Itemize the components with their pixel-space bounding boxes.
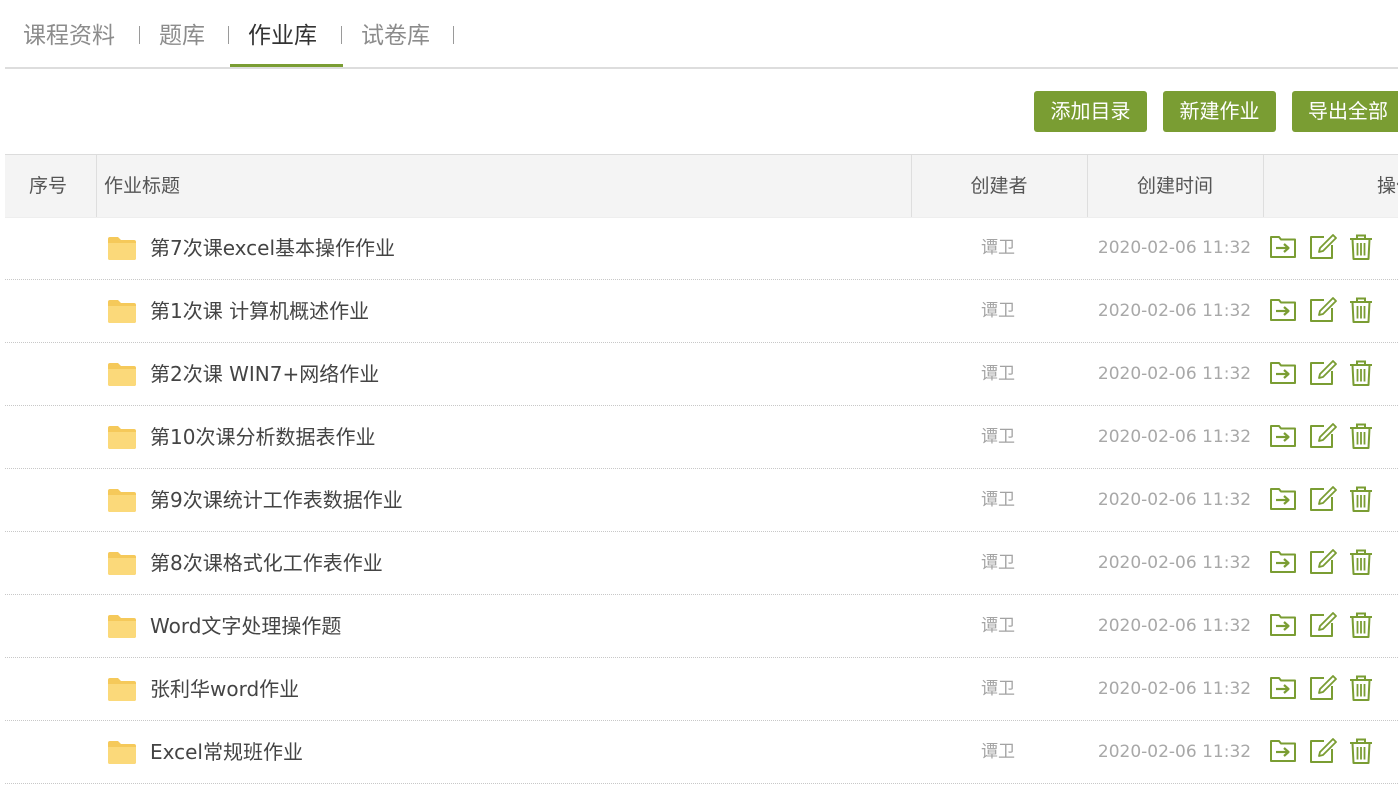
edit-icon[interactable] [1307, 358, 1337, 388]
edit-icon[interactable] [1307, 295, 1337, 325]
edit-icon[interactable] [1307, 232, 1337, 262]
creator-name: 谭卫 [981, 616, 1015, 636]
edit-icon[interactable] [1307, 421, 1337, 451]
add-directory-button[interactable]: 添加目录 [1034, 91, 1147, 132]
delete-trash-icon[interactable] [1346, 736, 1376, 766]
header-created-time: 创建时间 [1136, 175, 1213, 197]
move-to-folder-icon[interactable] [1268, 547, 1298, 577]
created-time: 2020-02-06 11:32 [1097, 364, 1252, 384]
folder-icon [107, 739, 137, 765]
creator-name: 谭卫 [981, 679, 1015, 699]
created-time: 2020-02-06 11:32 [1097, 616, 1252, 636]
table-row: 第10次课分析数据表作业 谭卫 2020-02-06 11:32 [5, 406, 1398, 469]
move-to-folder-icon[interactable] [1268, 421, 1298, 451]
created-time: 2020-02-06 11:32 [1097, 553, 1252, 573]
delete-trash-icon[interactable] [1346, 358, 1376, 388]
created-time: 2020-02-06 11:32 [1097, 742, 1252, 762]
tab-question-bank[interactable]: 题库 [159, 18, 205, 54]
assignment-title-link[interactable]: 第9次课统计工作表数据作业 [150, 469, 403, 531]
folder-icon [107, 361, 137, 387]
creator-name: 谭卫 [981, 490, 1015, 510]
table-row: 第8次课格式化工作表作业 谭卫 2020-02-06 11:32 [5, 532, 1398, 595]
creator-name: 谭卫 [981, 553, 1015, 573]
tab-separator [228, 26, 229, 44]
created-time: 2020-02-06 11:32 [1097, 301, 1252, 321]
delete-trash-icon[interactable] [1346, 610, 1376, 640]
move-to-folder-icon[interactable] [1268, 358, 1298, 388]
tab-separator [341, 26, 342, 44]
header-index: 序号 [29, 175, 68, 197]
folder-icon [107, 487, 137, 513]
assignment-title-link[interactable]: Excel常规班作业 [150, 721, 303, 783]
move-to-folder-icon[interactable] [1268, 610, 1298, 640]
tab-course-materials[interactable]: 课程资料 [23, 18, 115, 54]
header-divider [1263, 155, 1264, 217]
delete-trash-icon[interactable] [1346, 673, 1376, 703]
export-all-button[interactable]: 导出全部 [1292, 91, 1398, 132]
folder-icon [107, 613, 137, 639]
edit-icon[interactable] [1307, 736, 1337, 766]
delete-trash-icon[interactable] [1346, 484, 1376, 514]
table-row: Word文字处理操作题 谭卫 2020-02-06 11:32 [5, 595, 1398, 658]
table-row: Excel常规班作业 谭卫 2020-02-06 11:32 [5, 721, 1398, 784]
creator-name: 谭卫 [981, 742, 1015, 762]
assignment-title-link[interactable]: 第1次课 计算机概述作业 [150, 280, 369, 342]
folder-icon [107, 424, 137, 450]
creator-name: 谭卫 [981, 238, 1015, 258]
delete-trash-icon[interactable] [1346, 232, 1376, 262]
created-time: 2020-02-06 11:32 [1097, 490, 1252, 510]
delete-trash-icon[interactable] [1346, 547, 1376, 577]
assignment-title-link[interactable]: 第8次课格式化工作表作业 [150, 532, 383, 594]
assignment-library-page: 课程资料 题库 作业库 试卷库 添加目录 新建作业 导出全部 序号 作业标题 创… [0, 0, 1398, 794]
tab-assignment-library[interactable]: 作业库 [248, 18, 317, 54]
table-row: 第7次课excel基本操作作业 谭卫 2020-02-06 11:32 [5, 217, 1398, 280]
folder-icon [107, 550, 137, 576]
tab-separator [139, 26, 140, 44]
assignment-title-link[interactable]: 张利华word作业 [150, 658, 299, 720]
tab-separator [453, 26, 454, 44]
created-time: 2020-02-06 11:32 [1097, 679, 1252, 699]
edit-icon[interactable] [1307, 610, 1337, 640]
assignment-title-link[interactable]: 第2次课 WIN7+网络作业 [150, 343, 379, 405]
edit-icon[interactable] [1307, 673, 1337, 703]
header-title: 作业标题 [104, 175, 181, 197]
assignment-title-link[interactable]: 第10次课分析数据表作业 [150, 406, 375, 468]
folder-icon [107, 298, 137, 324]
header-actions: 操作 [1377, 175, 1398, 197]
creator-name: 谭卫 [981, 364, 1015, 384]
header-divider [96, 155, 97, 217]
tab-exam-library[interactable]: 试卷库 [361, 18, 430, 54]
table-row: 张利华word作业 谭卫 2020-02-06 11:32 [5, 658, 1398, 721]
delete-trash-icon[interactable] [1346, 421, 1376, 451]
creator-name: 谭卫 [981, 301, 1015, 321]
move-to-folder-icon[interactable] [1268, 736, 1298, 766]
new-assignment-button[interactable]: 新建作业 [1163, 91, 1276, 132]
move-to-folder-icon[interactable] [1268, 484, 1298, 514]
move-to-folder-icon[interactable] [1268, 673, 1298, 703]
created-time: 2020-02-06 11:32 [1097, 427, 1252, 447]
table-row: 第2次课 WIN7+网络作业 谭卫 2020-02-06 11:32 [5, 343, 1398, 406]
edit-icon[interactable] [1307, 547, 1337, 577]
edit-icon[interactable] [1307, 484, 1337, 514]
folder-icon [107, 235, 137, 261]
created-time: 2020-02-06 11:32 [1097, 238, 1252, 258]
header-creator: 创建者 [970, 175, 1028, 197]
library-tab-bar: 课程资料 题库 作业库 试卷库 [5, 0, 1398, 69]
assignment-title-link[interactable]: 第7次课excel基本操作作业 [150, 217, 395, 279]
table-row: 第9次课统计工作表数据作业 谭卫 2020-02-06 11:32 [5, 469, 1398, 532]
creator-name: 谭卫 [981, 427, 1015, 447]
table-header: 序号 作业标题 创建者 创建时间 操作 [5, 154, 1398, 218]
move-to-folder-icon[interactable] [1268, 295, 1298, 325]
table-row: 第1次课 计算机概述作业 谭卫 2020-02-06 11:32 [5, 280, 1398, 343]
assignment-title-link[interactable]: Word文字处理操作题 [150, 595, 341, 657]
active-tab-indicator [230, 64, 343, 67]
move-to-folder-icon[interactable] [1268, 232, 1298, 262]
delete-trash-icon[interactable] [1346, 295, 1376, 325]
folder-icon [107, 676, 137, 702]
